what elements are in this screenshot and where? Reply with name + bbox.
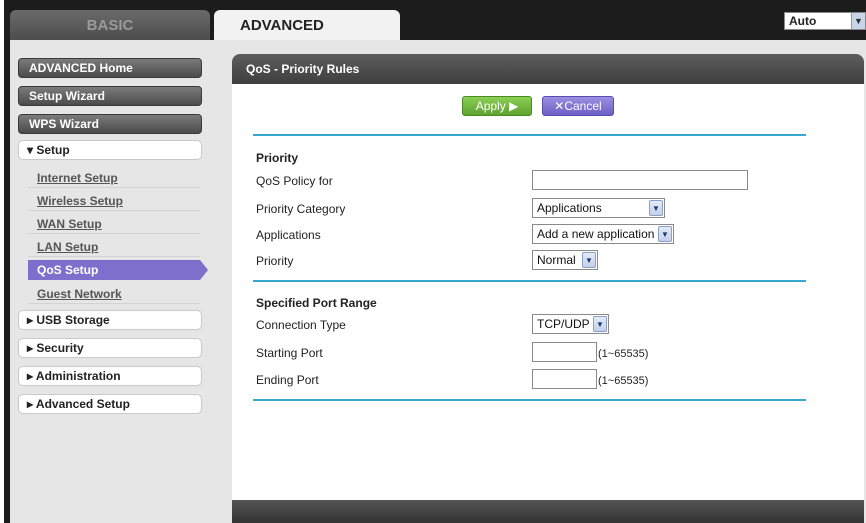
priority-value: Normal <box>537 253 576 267</box>
starting-port-hint: (1~65535) <box>598 348 649 360</box>
cancel-button[interactable]: ✕Cancel <box>542 96 614 116</box>
priority-category-label: Priority Category <box>256 202 346 216</box>
sidebar-link-wireless-setup[interactable]: Wireless Setup <box>28 191 200 211</box>
sidebar-link-wan-setup[interactable]: WAN Setup <box>28 214 200 234</box>
sidebar-item-setup[interactable]: ▾ Setup <box>18 140 202 160</box>
divider-middle <box>253 280 806 282</box>
connection-type-label: Connection Type <box>256 318 346 332</box>
sidebar-item-security[interactable]: ▸ Security <box>18 338 202 358</box>
sidebar-item-administration[interactable]: ▸ Administration <box>18 366 202 386</box>
chevron-down-icon: ▼ <box>593 316 607 332</box>
starting-port-label: Starting Port <box>256 346 323 360</box>
qos-policy-label: QoS Policy for <box>256 174 333 188</box>
section-title-port-range: Specified Port Range <box>256 296 377 310</box>
sidebar-item-setup-wizard[interactable]: Setup Wizard <box>18 86 202 106</box>
language-select[interactable]: Auto ▼ <box>784 12 866 30</box>
sidebar-link-guest-network[interactable]: Guest Network <box>28 284 200 304</box>
applications-select[interactable]: Add a new application ▼ <box>532 224 674 244</box>
chevron-down-icon: ▼ <box>851 13 865 29</box>
panel-title: QoS - Priority Rules <box>232 54 864 84</box>
connection-type-value: TCP/UDP <box>537 317 590 331</box>
divider-bottom <box>253 399 806 401</box>
chevron-down-icon: ▼ <box>649 200 663 216</box>
priority-category-value: Applications <box>537 201 602 215</box>
sidebar-link-internet-setup[interactable]: Internet Setup <box>28 168 200 188</box>
ending-port-label: Ending Port <box>256 373 319 387</box>
ending-port-input[interactable] <box>532 369 597 389</box>
sidebar-item-advanced-setup[interactable]: ▸ Advanced Setup <box>18 394 202 414</box>
starting-port-input[interactable] <box>532 342 597 362</box>
divider-top <box>253 134 806 136</box>
qos-policy-input[interactable] <box>532 170 748 190</box>
sidebar-item-usb-storage[interactable]: ▸ USB Storage <box>18 310 202 330</box>
section-title-priority: Priority <box>256 151 299 165</box>
priority-select[interactable]: Normal ▼ <box>532 250 598 270</box>
sidebar-link-qos-setup[interactable]: QoS Setup <box>28 260 208 280</box>
sidebar-item-wps-wizard[interactable]: WPS Wizard <box>18 114 202 134</box>
tab-advanced[interactable]: ADVANCED <box>214 10 400 40</box>
chevron-down-icon: ▼ <box>658 226 672 242</box>
applications-label: Applications <box>256 228 321 242</box>
tab-basic[interactable]: BASIC <box>10 10 210 40</box>
ending-port-hint: (1~65535) <box>598 375 649 387</box>
applications-value: Add a new application <box>537 227 655 241</box>
panel-footer <box>232 500 864 523</box>
panel-body <box>232 84 864 500</box>
language-value: Auto <box>789 14 817 28</box>
connection-type-select[interactable]: TCP/UDP ▼ <box>532 314 609 334</box>
chevron-down-icon: ▼ <box>582 252 596 268</box>
priority-category-select[interactable]: Applications ▼ <box>532 198 665 218</box>
apply-button[interactable]: Apply ▶ <box>462 96 532 116</box>
priority-label: Priority <box>256 254 294 268</box>
sidebar-item-advanced-home[interactable]: ADVANCED Home <box>18 58 202 78</box>
sidebar-link-lan-setup[interactable]: LAN Setup <box>28 237 200 257</box>
